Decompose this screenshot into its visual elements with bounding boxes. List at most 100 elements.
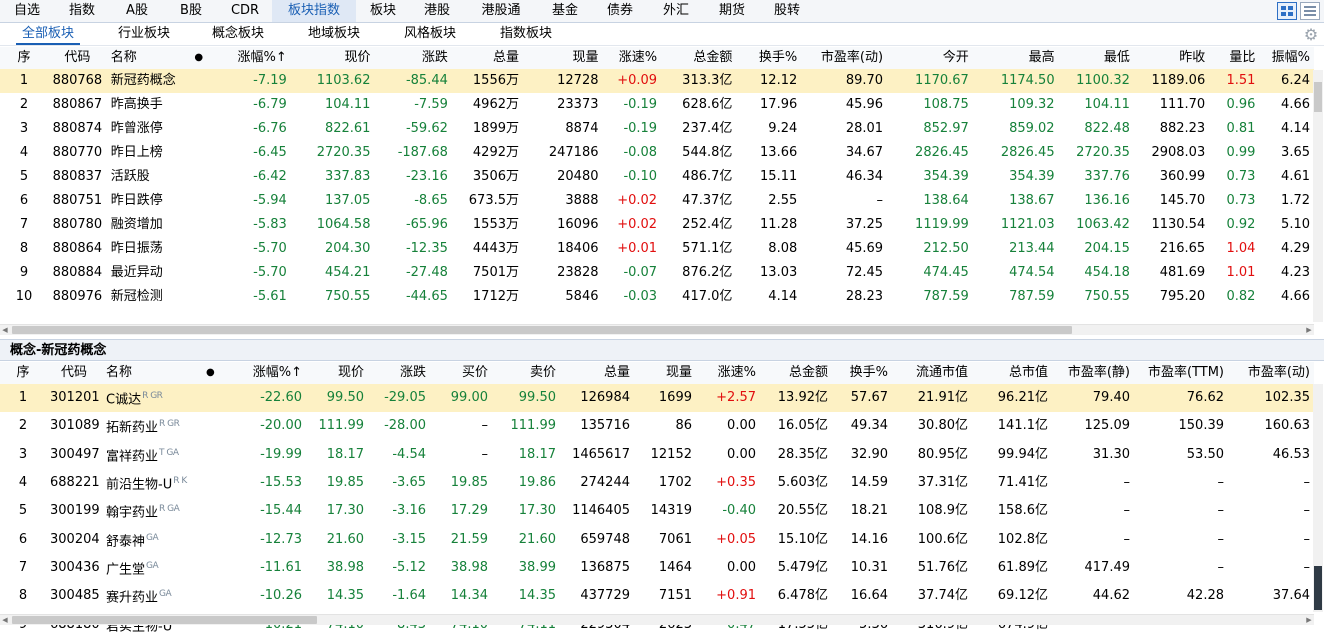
column-header[interactable]: 涨幅%↑ — [211, 47, 291, 69]
table-row[interactable]: 6 880751 昨日跌停 -5.94 137.05 -8.65 673.5万 3888 +0.… — [0, 189, 1314, 213]
column-header[interactable]: 买价 — [430, 362, 492, 384]
top-tab-0[interactable]: 自选 — [0, 0, 54, 22]
column-header[interactable]: 流通市值 — [892, 362, 972, 384]
layout-list-icon[interactable] — [1300, 2, 1320, 20]
column-header[interactable]: 名称 — [102, 362, 202, 384]
table-row[interactable]: 3 880874 昨曾涨停 -6.76 822.61 -59.62 1899万 8874 -0.… — [0, 117, 1314, 141]
table-cell: 437729 — [580, 588, 630, 604]
table-row[interactable]: 4 880770 昨日上榜 -6.45 2720.35 -187.68 4292万 24718… — [0, 141, 1314, 165]
table-row[interactable]: 10 880976 新冠检测 -5.61 750.55 -44.65 1712万 5846 -0… — [0, 285, 1314, 309]
column-header[interactable]: ● — [202, 362, 216, 384]
table-cell: 750.55 — [324, 289, 371, 304]
table-cell: 0.00 — [727, 418, 756, 434]
sub-tab-1[interactable]: 行业板块 — [106, 23, 182, 45]
table-row[interactable]: 1 301201 C诚达R GR -22.60 99.50 -29.05 99.00 99.5… — [0, 384, 1314, 413]
table-row[interactable]: 1 880768 新冠药概念 -7.19 1103.62 -85.44 1556万 12728… — [0, 69, 1314, 93]
upper-horizontal-scrollbar[interactable]: ◀ ▶ — [0, 324, 1314, 335]
table-cell: 96.21亿 — [972, 384, 1052, 413]
lower-horizontal-scrollbar[interactable]: ◀ ▶ — [0, 614, 1314, 625]
table-row[interactable]: 8 300485 赛升药业GA -10.26 14.35 -1.64 14.34 14.35 4… — [0, 582, 1314, 610]
table-cell: 13.92亿 — [760, 384, 832, 413]
column-header[interactable]: 代码 — [48, 47, 107, 69]
column-header[interactable]: 市盈率(动) — [1228, 362, 1314, 384]
table-cell: 13.03 — [760, 265, 798, 280]
column-header[interactable]: 涨跌 — [368, 362, 430, 384]
table-cell: 454.18 — [1084, 265, 1130, 280]
column-header[interactable]: 卖价 — [492, 362, 560, 384]
table-row[interactable]: 7 300436 广生堂GA -11.61 38.98 -5.12 38.98 38.99 13… — [0, 554, 1314, 582]
column-header[interactable]: 换手% — [832, 362, 892, 384]
column-header[interactable]: 最高 — [972, 47, 1059, 69]
table-row[interactable]: 2 301089 拓新药业R GR -20.00 111.99 -28.00 – 111.99… — [0, 412, 1314, 440]
column-header[interactable]: 换手% — [736, 47, 802, 69]
sub-tab-0[interactable]: 全部板块 — [10, 23, 86, 45]
table-row[interactable]: 3 300497 富祥药业T GA -19.99 18.17 -4.54 – 18.17 146… — [0, 441, 1314, 469]
table-cell — [186, 189, 211, 213]
table-cell: 61.89亿 — [997, 560, 1048, 576]
upper-vertical-scrollbar[interactable] — [1313, 70, 1323, 322]
table-cell: 6.24 — [1259, 69, 1314, 93]
column-header[interactable]: 总量 — [451, 47, 523, 69]
table-cell: 1103.62 — [290, 69, 375, 93]
column-header[interactable]: 量比 — [1209, 47, 1260, 69]
column-header[interactable]: 涨幅%↑ — [216, 362, 306, 384]
top-tab-9[interactable]: 基金 — [538, 0, 592, 22]
gear-icon[interactable]: ⚙ — [1302, 26, 1320, 44]
column-header[interactable]: 序 — [0, 47, 49, 69]
column-header[interactable]: 市盈率(动) — [801, 47, 888, 69]
top-tab-3[interactable]: B股 — [164, 0, 218, 22]
column-header[interactable]: 今开 — [887, 47, 973, 69]
table-cell: 102.35 — [1228, 384, 1314, 413]
column-header[interactable]: 涨跌 — [374, 47, 452, 69]
top-tab-5[interactable]: 板块指数 — [272, 0, 356, 22]
top-tab-1[interactable]: 指数 — [54, 0, 110, 22]
lower-vertical-scrollbar[interactable] — [1313, 384, 1323, 612]
table-row[interactable]: 6 300204 舒泰神GA -12.73 21.60 -3.15 21.59 21.60 65… — [0, 526, 1314, 554]
sub-tab-5[interactable]: 指数板块 — [488, 23, 564, 45]
column-header[interactable]: 市盈率(静) — [1052, 362, 1134, 384]
column-header[interactable]: ● — [186, 47, 212, 69]
column-header[interactable]: 市盈率(TTM) — [1134, 362, 1228, 384]
table-cell: 1189.06 — [1133, 69, 1210, 93]
column-header[interactable]: 振幅% — [1259, 47, 1314, 69]
table-cell: -0.40 — [722, 503, 756, 519]
table-row[interactable]: 8 880864 昨日振荡 -5.70 204.30 -12.35 4443万 18406 +0… — [0, 237, 1314, 261]
table-row[interactable]: 4 688221 前沿生物-UR K -15.53 19.85 -3.65 19.85 19.… — [0, 469, 1314, 497]
column-header[interactable]: 总金额 — [661, 47, 737, 69]
top-tab-2[interactable]: A股 — [110, 0, 164, 22]
column-header[interactable]: 昨收 — [1133, 47, 1210, 69]
table-row[interactable]: 5 880837 活跃股 -6.42 337.83 -23.16 3506万 20480 -0.… — [0, 165, 1314, 189]
table-cell: 23828 — [557, 265, 599, 280]
table-cell: 750.55 — [1084, 289, 1130, 304]
sub-tab-3[interactable]: 地域板块 — [296, 23, 372, 45]
top-tab-8[interactable]: 港股通 — [464, 0, 538, 22]
column-header[interactable]: 代码 — [46, 362, 102, 384]
table-cell: 38.98 — [326, 560, 364, 576]
column-header[interactable]: 涨速% — [696, 362, 760, 384]
column-header[interactable]: 最低 — [1058, 47, 1134, 69]
top-tab-4[interactable]: CDR — [218, 0, 272, 22]
column-header[interactable]: 总市值 — [972, 362, 1052, 384]
table-row[interactable]: 9 880884 最近异动 -5.70 454.21 -27.48 7501万 23828 -0… — [0, 261, 1314, 285]
column-header[interactable]: 现价 — [290, 47, 375, 69]
layout-grid-icon[interactable] — [1277, 2, 1297, 20]
column-header[interactable]: 现价 — [306, 362, 368, 384]
column-header[interactable]: 总金额 — [760, 362, 832, 384]
column-header[interactable]: 序 — [0, 362, 46, 384]
top-tab-7[interactable]: 港股 — [410, 0, 464, 22]
top-tab-10[interactable]: 债券 — [592, 0, 648, 22]
top-tab-13[interactable]: 股转 — [760, 0, 814, 22]
table-row[interactable]: 5 300199 翰宇药业R GA -15.44 17.30 -3.16 17.29 17.3… — [0, 497, 1314, 525]
column-header[interactable]: 名称 — [106, 47, 187, 69]
sub-tab-2[interactable]: 概念板块 — [200, 23, 276, 45]
top-tab-6[interactable]: 板块 — [356, 0, 410, 22]
sub-tab-4[interactable]: 风格板块 — [392, 23, 468, 45]
top-tab-11[interactable]: 外汇 — [648, 0, 704, 22]
column-header[interactable]: 现量 — [523, 47, 603, 69]
table-row[interactable]: 7 880780 融资增加 -5.83 1064.58 -65.96 1553万 16096 +… — [0, 213, 1314, 237]
column-header[interactable]: 总量 — [560, 362, 634, 384]
top-tab-12[interactable]: 期货 — [704, 0, 760, 22]
column-header[interactable]: 现量 — [634, 362, 696, 384]
table-row[interactable]: 2 880867 昨高换手 -6.79 104.11 -7.59 4962万 23373 -0.… — [0, 93, 1314, 117]
column-header[interactable]: 涨速% — [602, 47, 662, 69]
